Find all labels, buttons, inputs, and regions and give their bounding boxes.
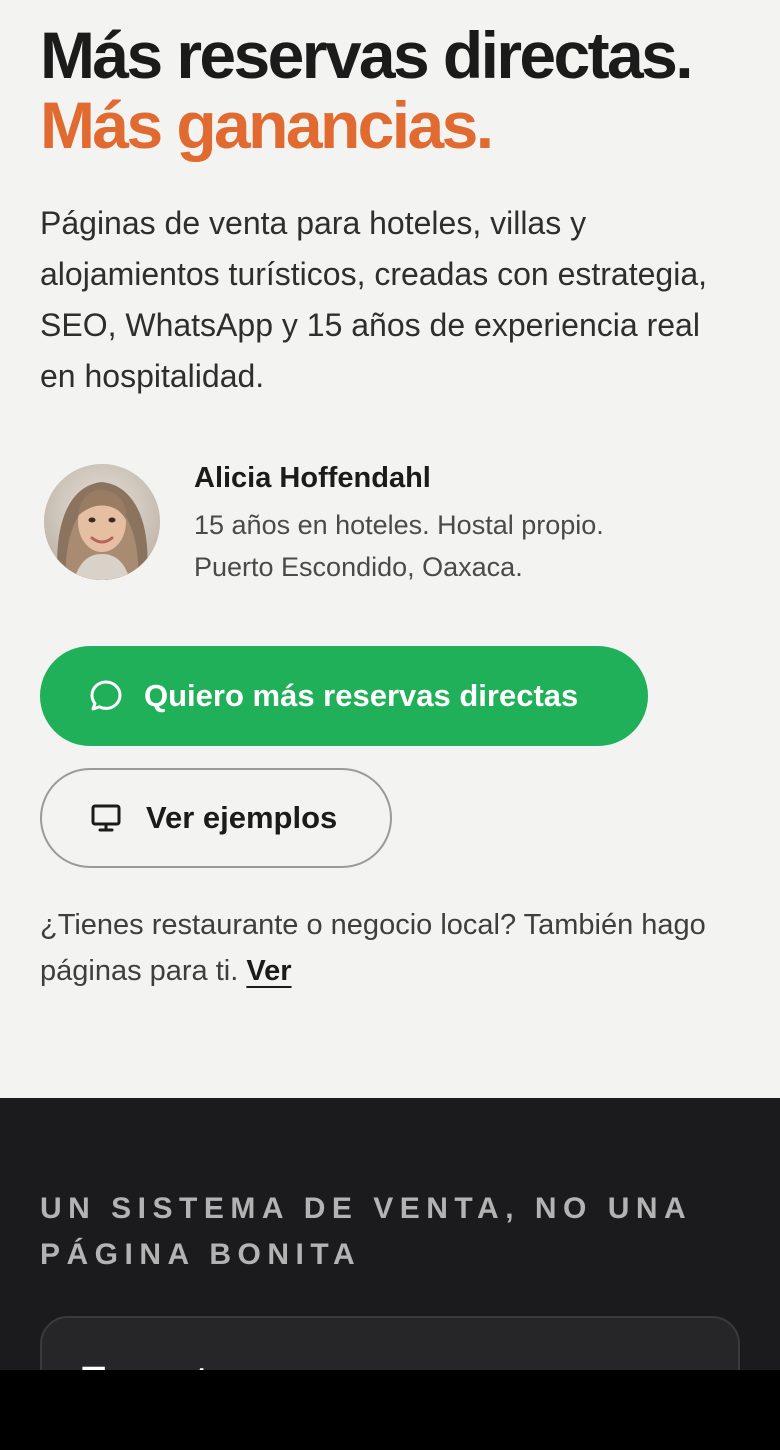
monitor-icon xyxy=(90,802,122,834)
local-business-note-text: ¿Tienes restaurante o negocio local? Tam… xyxy=(40,909,706,987)
view-examples-button[interactable]: Ver ejemplos xyxy=(40,768,392,868)
author-bio: 15 años en hoteles. Hostal propio. Puert… xyxy=(194,504,604,588)
section-eyebrow: UN SISTEMA DE VENTA, NO UNA PÁGINA BONIT… xyxy=(40,1192,692,1271)
feature-card: Tu parte xyxy=(40,1316,740,1370)
view-examples-label: Ver ejemplos xyxy=(146,800,338,835)
reservations-cta-button[interactable]: Quiero más reservas directas xyxy=(40,646,648,746)
author-name: Alicia Hoffendahl xyxy=(194,462,431,494)
feature-card-title: Tu parte xyxy=(82,1362,302,1370)
headline-line-2: Más ganancias. xyxy=(40,88,494,162)
local-business-link[interactable]: Ver xyxy=(246,955,291,987)
avatar xyxy=(44,464,160,580)
hero-subtitle: Páginas de venta para hoteles, villas y … xyxy=(40,205,707,394)
avatar-photo-icon xyxy=(44,464,160,580)
page: Más reservas directas. Más ganancias. Pá… xyxy=(0,0,780,1370)
author-bio-line-1: 15 años en hoteles. Hostal propio. xyxy=(194,510,604,540)
author-bio-line-2: Puerto Escondido, Oaxaca. xyxy=(194,552,523,582)
hero-headline: Más reservas directas. Más ganancias. xyxy=(40,18,694,162)
whatsapp-chat-icon xyxy=(88,678,124,714)
bottom-black-bar xyxy=(0,1370,780,1450)
hero-section: Más reservas directas. Más ganancias. Pá… xyxy=(0,0,780,1098)
local-business-note: ¿Tienes restaurante o negocio local? Tam… xyxy=(40,902,730,994)
sales-system-section: UN SISTEMA DE VENTA, NO UNA PÁGINA BONIT… xyxy=(0,1098,780,1370)
author-card: Alicia Hoffendahl 15 años en hoteles. Ho… xyxy=(40,460,740,590)
headline-line-1: Más reservas directas. xyxy=(40,18,694,92)
reservations-cta-label: Quiero más reservas directas xyxy=(144,678,579,713)
